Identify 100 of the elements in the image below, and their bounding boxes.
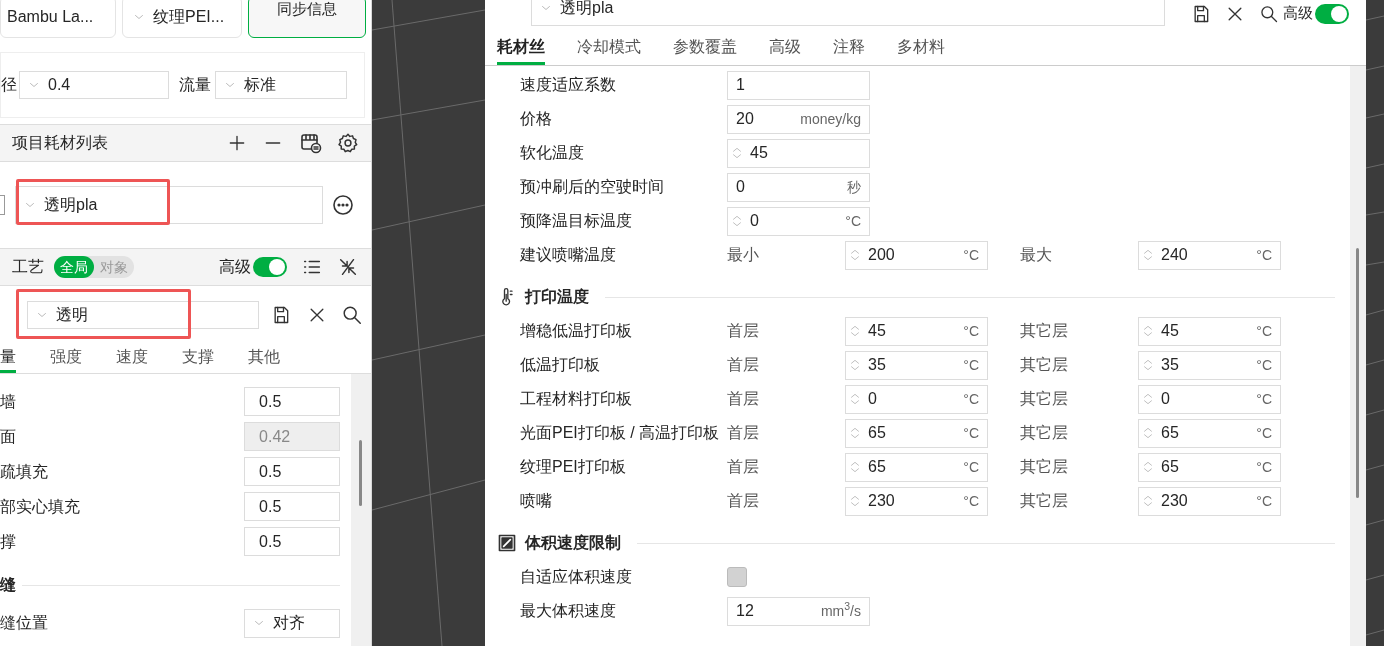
field-caption: 其它层: [1020, 355, 1069, 375]
field-caption: 首层: [727, 491, 760, 511]
field-caption: 其它层: [1020, 423, 1069, 443]
plus-icon[interactable]: [227, 133, 247, 153]
field-caption: 首层: [727, 355, 760, 375]
field-caption: 最小: [727, 245, 760, 265]
settings-tab[interactable]: 支撑: [182, 343, 214, 373]
dialog-tab[interactable]: 参数覆盖: [673, 31, 737, 65]
field-caption: 其它层: [1020, 457, 1069, 477]
setting-label: 最大体积速度: [519, 601, 617, 621]
field-caption: 首层: [727, 389, 760, 409]
scrollbar[interactable]: [1350, 66, 1366, 646]
number-field[interactable]: 0 °C: [1138, 384, 1281, 414]
setting-label: 预降温目标温度: [519, 211, 633, 231]
number-field[interactable]: 65 °C: [1138, 452, 1281, 482]
number-field[interactable]: 12 mm$^{3}$/s: [727, 596, 870, 626]
plate-type-dropdown[interactable]: 纹理PEI...: [122, 0, 242, 38]
setting-label: 增稳低温打印板: [519, 321, 633, 341]
value-field[interactable]: 0.5: [244, 457, 341, 486]
dialog-tab[interactable]: 注释: [833, 31, 865, 65]
section-title: 缝: [0, 575, 16, 595]
number-field[interactable]: 240 °C: [1138, 240, 1281, 270]
section-title: 打印温度: [525, 287, 589, 307]
number-field[interactable]: 1: [727, 70, 870, 100]
number-field[interactable]: 45: [727, 138, 870, 168]
setting-label: 疏填充: [0, 461, 48, 482]
search-icon[interactable]: [341, 304, 363, 326]
setting-label: 撑: [0, 531, 16, 552]
scrollbar[interactable]: [351, 374, 371, 646]
settings-tab[interactable]: 量: [0, 343, 16, 373]
section-title: 体积速度限制: [525, 533, 621, 553]
number-field[interactable]: 35 °C: [1138, 350, 1281, 380]
settings-icon[interactable]: [337, 132, 359, 154]
advanced-toggle[interactable]: [253, 257, 287, 277]
number-field[interactable]: 0 °C: [727, 206, 870, 236]
value-field: 0.42: [244, 422, 341, 451]
field-caption: 首层: [727, 321, 760, 341]
search-icon[interactable]: [1259, 4, 1279, 24]
number-field[interactable]: 65 °C: [845, 452, 988, 482]
setting-label: 喷嘴: [519, 491, 553, 511]
seam-dropdown[interactable]: 对齐: [244, 608, 341, 638]
value-field[interactable]: 0.5: [244, 387, 341, 416]
advanced-label: 高级: [1283, 2, 1313, 23]
setting-label: 工程材料打印板: [519, 389, 633, 409]
field-caption: 首层: [727, 457, 760, 477]
dialog-tab[interactable]: 高级: [769, 31, 801, 65]
flow-dropdown[interactable]: 标准: [215, 71, 347, 99]
settings-tab[interactable]: 其他: [248, 343, 280, 373]
process-dropdown[interactable]: 透明: [27, 301, 259, 329]
section-title: 项目耗材列表: [12, 133, 108, 153]
printer-button[interactable]: Bambu La...: [0, 0, 116, 38]
number-field[interactable]: 45 °C: [1138, 316, 1281, 346]
dialog-tab[interactable]: 冷却模式: [577, 31, 641, 65]
color-swatch: [0, 195, 5, 215]
dialog-tab[interactable]: 多材料: [897, 31, 945, 65]
compare-icon[interactable]: [337, 256, 359, 278]
setting-label: 价格: [519, 109, 553, 129]
field-caption: 其它层: [1020, 491, 1069, 511]
number-field[interactable]: 0 °C: [845, 384, 988, 414]
nozzle-diameter-dropdown[interactable]: 0.4: [19, 71, 169, 99]
value-field[interactable]: 0.5: [244, 492, 341, 521]
number-field[interactable]: 0 秒: [727, 172, 870, 202]
setting-label: 缝位置: [0, 613, 48, 633]
setting-label: 墙: [0, 391, 16, 412]
section-title: 工艺: [12, 257, 44, 277]
setting-label: 光面PEI打印板 / 高温打印板: [519, 423, 721, 443]
value-field[interactable]: 0.5: [244, 527, 341, 556]
number-field[interactable]: 65 °C: [845, 418, 988, 448]
number-field[interactable]: 20 money/kg: [727, 104, 870, 134]
field-caption: 其它层: [1020, 321, 1069, 341]
number-field[interactable]: 230 °C: [1138, 486, 1281, 516]
checkbox[interactable]: [727, 567, 747, 587]
setting-label: 自适应体积速度: [519, 567, 633, 587]
diameter-label: 径: [1, 75, 15, 95]
setting-label: 部实心填充: [0, 496, 80, 517]
number-field[interactable]: 230 °C: [845, 486, 988, 516]
setting-label: 软化温度: [519, 143, 585, 163]
number-field[interactable]: 200 °C: [845, 240, 988, 270]
number-field[interactable]: 35 °C: [845, 350, 988, 380]
number-field[interactable]: 45 °C: [845, 316, 988, 346]
speed-limit-icon: [497, 533, 517, 553]
settings-tab[interactable]: 强度: [50, 343, 82, 373]
setting-label: 低温打印板: [519, 355, 601, 375]
field-caption: 其它层: [1020, 389, 1069, 409]
setting-label: 建议喷嘴温度: [519, 245, 617, 265]
settings-tab[interactable]: 速度: [116, 343, 148, 373]
field-caption: 最大: [1020, 245, 1053, 265]
spool-settings-icon[interactable]: [299, 131, 323, 155]
filament-preset-dropdown[interactable]: 透明pla: [531, 0, 1165, 26]
dialog-tab[interactable]: 耗材丝: [497, 31, 545, 65]
flow-label: 流量: [179, 75, 211, 95]
setting-label: 面: [0, 426, 16, 447]
advanced-toggle[interactable]: [1315, 4, 1349, 24]
setting-label: 纹理PEI打印板: [519, 457, 627, 477]
sync-button[interactable]: 同步信息: [248, 0, 366, 38]
more-icon[interactable]: [331, 193, 355, 217]
number-field[interactable]: 65 °C: [1138, 418, 1281, 448]
filament-dropdown[interactable]: 透明pla: [15, 186, 323, 224]
setting-label: 速度适应系数: [519, 75, 617, 95]
field-caption: 首层: [727, 423, 760, 443]
